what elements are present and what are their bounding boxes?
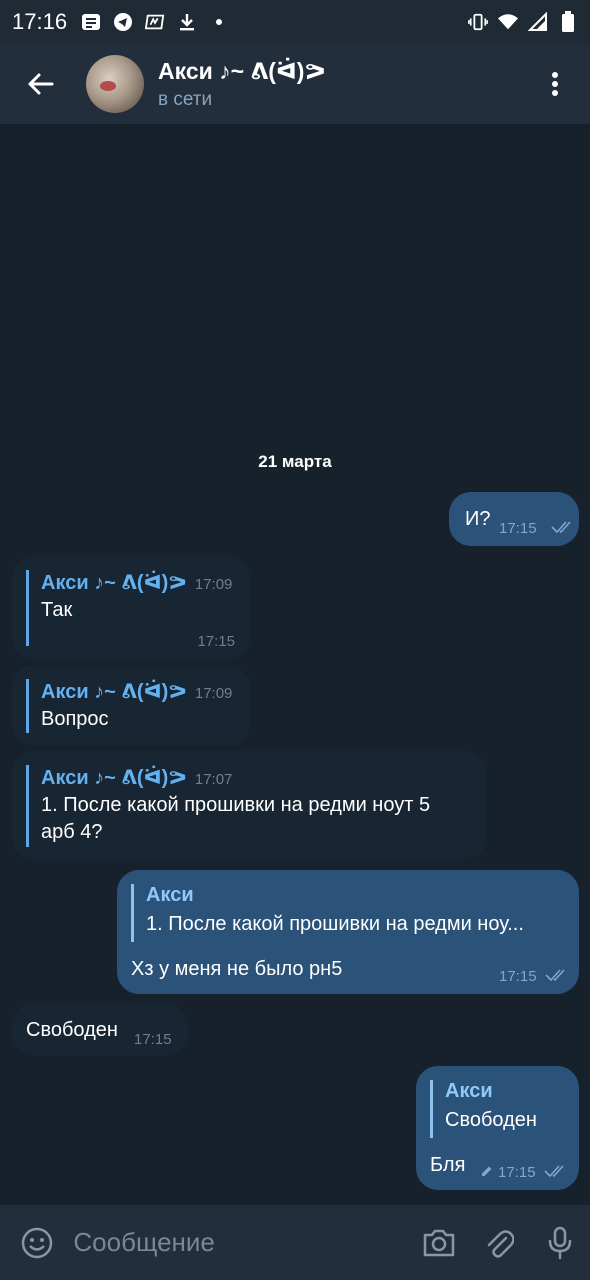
status-time: 17:16 bbox=[12, 9, 68, 34]
status-system-icons bbox=[468, 11, 578, 32]
message-text: Так bbox=[41, 599, 73, 621]
chat-info[interactable]: Акси ♪~ ᕕ(ᐛ)ᕗ в сети bbox=[158, 58, 326, 111]
message-time: 17:15 bbox=[499, 520, 537, 537]
forwarded-from-name: Акси ♪~ ᕕ(ᐛ)ᕗ bbox=[41, 681, 187, 703]
message-text-line: 1. После какой прошивки на редми ноут 5 bbox=[41, 794, 431, 816]
forwarded-time: 17:09 bbox=[194, 576, 233, 593]
message-composer bbox=[0, 1205, 590, 1280]
wifi-icon bbox=[498, 12, 518, 32]
message-text-line: арб 4? bbox=[41, 821, 103, 843]
chat-title: Акси ♪~ ᕕ(ᐛ)ᕗ bbox=[158, 57, 326, 84]
message-text: Хз у меня не было рн5 bbox=[131, 958, 343, 980]
message-bubble-outgoing[interactable]: И? 17:15 bbox=[449, 492, 579, 546]
message-time: 17:15 bbox=[498, 1164, 536, 1181]
more-vertical-icon bbox=[552, 72, 558, 96]
camera-button[interactable] bbox=[408, 1205, 469, 1280]
battery-icon bbox=[558, 11, 578, 32]
message-text: И? bbox=[465, 508, 491, 530]
attach-button[interactable] bbox=[469, 1205, 530, 1280]
smile-icon bbox=[21, 1227, 52, 1258]
back-button[interactable] bbox=[0, 44, 80, 124]
message-input[interactable] bbox=[73, 1217, 409, 1268]
message-text: Свободен bbox=[26, 1019, 118, 1041]
status-bar: 17:16 bbox=[0, 0, 590, 44]
emoji-button[interactable] bbox=[0, 1205, 73, 1280]
more-menu-button[interactable] bbox=[520, 44, 590, 124]
forwarded-time: 17:07 bbox=[194, 771, 233, 788]
online-status: в сети bbox=[158, 88, 213, 110]
forward-header: Акси ♪~ ᕕ(ᐛ)ᕗ 17:09 Вопрос bbox=[26, 679, 232, 733]
double-check-icon bbox=[545, 969, 565, 982]
reply-quote[interactable]: Акси 1. После какой прошивки на редми но… bbox=[131, 884, 524, 942]
double-check-icon bbox=[551, 521, 571, 534]
status-notification-icons bbox=[81, 12, 229, 32]
message-bubble-incoming[interactable]: Свободен 17:15 bbox=[12, 1003, 188, 1056]
message-text: Вопрос bbox=[41, 708, 109, 730]
paperclip-icon bbox=[487, 1229, 515, 1258]
forwarded-from-name: Акси ♪~ ᕕ(ᐛ)ᕗ bbox=[41, 572, 187, 594]
forwarded-from-name: Акси ♪~ ᕕ(ᐛ)ᕗ bbox=[41, 767, 187, 789]
reply-author: Акси bbox=[445, 1080, 493, 1102]
voice-message-button[interactable] bbox=[529, 1205, 590, 1280]
chat-header: Акси ♪~ ᕕ(ᐛ)ᕗ в сети bbox=[0, 44, 590, 124]
news-icon bbox=[81, 12, 101, 32]
message-text: Бля bbox=[430, 1154, 466, 1176]
camera-icon bbox=[423, 1229, 454, 1256]
message-bubble-outgoing[interactable]: Акси 1. После какой прошивки на редми но… bbox=[117, 870, 579, 994]
message-bubble-incoming[interactable]: Акси ♪~ ᕕ(ᐛ)ᕗ 17:07 1. После какой прошив… bbox=[12, 751, 486, 860]
message-bubble-outgoing[interactable]: Акси Свободен Бля 17:15 bbox=[416, 1066, 579, 1190]
signal-icon bbox=[528, 12, 548, 32]
forwarded-time: 17:09 bbox=[194, 685, 233, 702]
message-time: 17:15 bbox=[499, 968, 537, 985]
message-time: 17:15 bbox=[134, 1031, 172, 1048]
forward-header: Акси ♪~ ᕕ(ᐛ)ᕗ 17:07 1. После какой прошив… bbox=[26, 765, 430, 847]
message-time: 17:15 bbox=[197, 633, 235, 650]
message-bubble-incoming[interactable]: Акси ♪~ ᕕ(ᐛ)ᕗ 17:09 Вопрос bbox=[12, 665, 250, 746]
message-bubble-incoming[interactable]: Акси ♪~ ᕕ(ᐛ)ᕗ 17:09 Так 17:15 bbox=[12, 556, 250, 660]
double-check-icon bbox=[544, 1165, 564, 1178]
reply-text: Свободен bbox=[445, 1109, 537, 1131]
memo-icon bbox=[145, 12, 165, 32]
telegram-icon bbox=[113, 12, 133, 32]
arrow-left-icon bbox=[28, 73, 54, 95]
reply-text: 1. После какой прошивки на редми ноу... bbox=[146, 913, 524, 935]
download-icon bbox=[177, 12, 197, 32]
vibrate-icon bbox=[468, 12, 488, 32]
reply-quote[interactable]: Акси Свободен bbox=[430, 1080, 537, 1138]
avatar[interactable] bbox=[86, 55, 144, 113]
date-separator: 21 марта bbox=[258, 452, 332, 471]
dot-icon bbox=[209, 12, 229, 32]
reply-author: Акси bbox=[146, 884, 194, 906]
microphone-icon bbox=[548, 1226, 571, 1259]
edited-pencil-icon bbox=[482, 1166, 492, 1176]
